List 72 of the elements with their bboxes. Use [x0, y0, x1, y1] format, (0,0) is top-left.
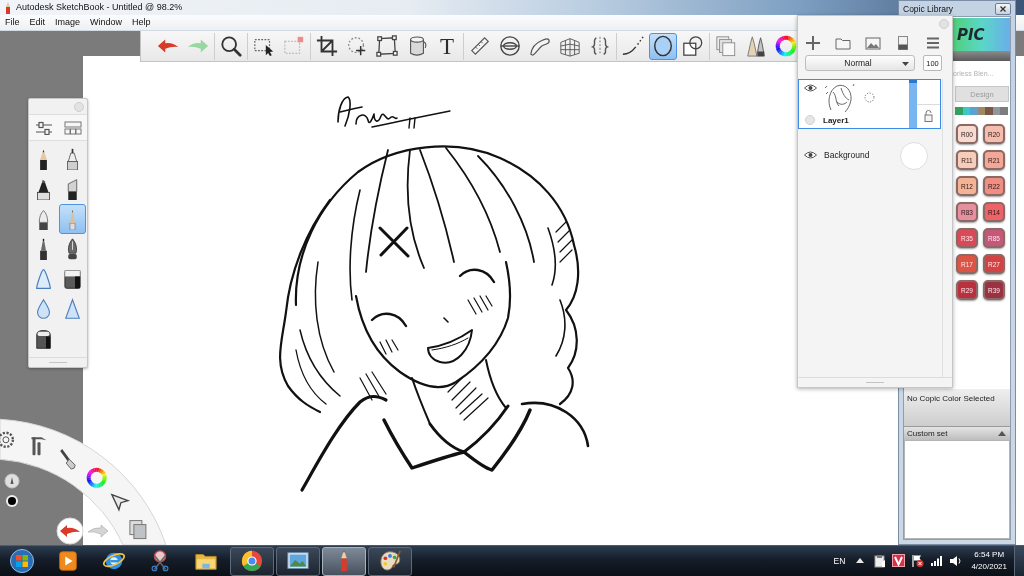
color-family-swatch-icon[interactable]: [992, 107, 1001, 115]
eraser-icon[interactable]: [35, 328, 52, 350]
category-bar: [953, 51, 1010, 61]
menu-item[interactable]: Image: [50, 15, 86, 30]
color-dot-icon[interactable]: [6, 495, 18, 507]
pages-icon[interactable]: [129, 520, 147, 540]
brush-icon[interactable]: [60, 449, 76, 470]
selection-bar: [909, 80, 917, 128]
thumbnail-drawing: [823, 82, 856, 113]
palette-icon[interactable]: [378, 549, 402, 573]
plus-icon[interactable]: [805, 34, 821, 51]
drop-icon[interactable]: [35, 298, 52, 320]
color-family-swatch-icon[interactable]: [985, 107, 993, 115]
speaker-icon[interactable]: [949, 554, 963, 568]
layer-row[interactable]: Background: [798, 139, 941, 171]
close-icon[interactable]: [1000, 5, 1006, 12]
color-family-swatch-icon[interactable]: [955, 107, 963, 115]
layer-name: Layer1: [823, 116, 850, 126]
sliders-icon[interactable]: [34, 120, 53, 135]
menu-item[interactable]: Edit: [24, 15, 51, 30]
lock-icon[interactable]: [924, 110, 933, 123]
clock-time[interactable]: 6:54 PM: [974, 550, 1005, 560]
taskbar-button[interactable]: [230, 546, 274, 576]
play-icon[interactable]: [56, 549, 80, 573]
eye-icon[interactable]: [803, 151, 817, 159]
color-family-swatch-icon[interactable]: [970, 107, 978, 115]
window-title: Autodesk SketchBook - Untitled @ 98.2%: [16, 1, 183, 14]
start-orb-icon[interactable]: [10, 549, 34, 573]
block-icon[interactable]: [895, 34, 911, 51]
close-button[interactable]: [995, 2, 1011, 15]
color-wheel-icon[interactable]: [86, 467, 107, 488]
pen-icon[interactable]: [64, 148, 81, 170]
blend-mode-dropdown[interactable]: Normal: [805, 55, 915, 71]
flag-icon[interactable]: [911, 554, 925, 568]
cursor-icon[interactable]: [110, 493, 131, 512]
color-family-swatch-icon[interactable]: [1000, 107, 1009, 115]
browser-icon[interactable]: [240, 549, 264, 573]
color-family-swatch-icon[interactable]: [962, 107, 971, 115]
selection-status: No Copic Color Selected: [904, 389, 1010, 426]
brush-preview-icon[interactable]: [4, 473, 20, 489]
window-title: Copic Library: [903, 3, 954, 14]
copic-logo: PIC: [953, 18, 1010, 51]
taskbar-button[interactable]: [276, 546, 320, 576]
layer-name: Background: [823, 150, 871, 160]
show-desktop-button[interactable]: [1014, 545, 1024, 576]
marker-icon[interactable]: [35, 178, 52, 200]
pencil-icon: [4, 1, 12, 14]
custom-set-header[interactable]: Custom set: [904, 426, 1010, 440]
toggle-circle-icon[interactable]: [805, 115, 815, 125]
signal-icon[interactable]: [930, 554, 944, 568]
taskbar-button[interactable]: [368, 546, 412, 576]
triangle-icon[interactable]: [35, 268, 52, 290]
menu-item[interactable]: Window: [85, 15, 128, 30]
undo-button[interactable]: [56, 517, 84, 545]
menu-item[interactable]: File: [0, 15, 25, 30]
brush-set-icon[interactable]: [63, 120, 82, 135]
gear-icon[interactable]: [0, 431, 15, 448]
eye-icon[interactable]: [803, 84, 817, 92]
clipboard-icon[interactable]: [873, 554, 887, 568]
eraser-icon[interactable]: [64, 268, 81, 290]
layer-row[interactable]: Layer1: [798, 79, 941, 129]
triangle-icon[interactable]: [64, 298, 81, 320]
tools-icon[interactable]: [31, 437, 47, 456]
menu-item[interactable]: Help: [127, 15, 156, 30]
dropdown-caret-icon[interactable]: [902, 62, 909, 66]
language-indicator[interactable]: EN: [833, 556, 846, 566]
v-mark-icon[interactable]: [892, 554, 906, 568]
clock-date[interactable]: 4/20/2021: [971, 562, 1007, 572]
image-icon[interactable]: [865, 34, 881, 51]
color-family-swatch-icon[interactable]: [977, 107, 986, 115]
text-button[interactable]: T: [433, 32, 461, 60]
background-color-icon[interactable]: [900, 141, 928, 170]
